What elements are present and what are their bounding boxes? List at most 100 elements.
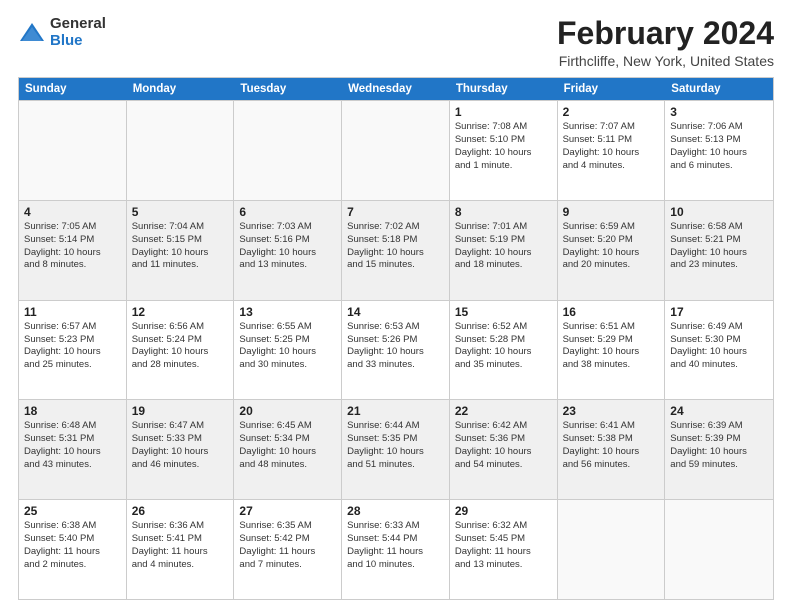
calendar-cell: 26Sunrise: 6:36 AM Sunset: 5:41 PM Dayli… — [127, 500, 235, 599]
main-title: February 2024 — [557, 16, 774, 51]
calendar-cell: 9 Sunrise: 6:59 AM Sunset: 5:20 PM Daylig… — [558, 201, 666, 300]
calendar-cell: 10 Sunrise: 6:58 AM Sunset: 5:21 PM Dayli… — [665, 201, 773, 300]
calendar-cell: 5 Sunrise: 7:04 AM Sunset: 5:15 PM Daylig… — [127, 201, 235, 300]
calendar-cell: 1 Sunrise: 7:08 AM Sunset: 5:10 PM Daylig… — [450, 101, 558, 200]
day-number: 25 — [24, 504, 121, 518]
day-number: 2 — [563, 105, 660, 119]
day-info: Sunrise: 6:35 AM Sunset: 5:42 PM Dayligh… — [239, 520, 336, 571]
calendar-cell: 25 Sunrise: 6:38 AM Sunset: 5:40 PM Dayli… — [19, 500, 127, 599]
calendar-header-cell: Thursday — [450, 78, 558, 100]
calendar-cell: 17 Sunrise: 6:49 AM Sunset: 5:30 PM Dayli… — [665, 301, 773, 400]
day-number: 19 — [132, 404, 229, 418]
day-number: 13 — [239, 305, 336, 319]
day-info: Sunrise: 6:53 AM Sunset: 5:26 PM Dayligh… — [347, 321, 444, 372]
calendar-cell: 16 Sunrise: 6:51 AM Sunset: 5:29 PM Dayli… — [558, 301, 666, 400]
page: General Blue February 2024 Firthcliffe, … — [0, 0, 792, 612]
day-info: Sunrise: 6:59 AM Sunset: 5:20 PM Dayligh… — [563, 221, 660, 272]
day-info: Sunrise: 6:38 AM Sunset: 5:40 PM Dayligh… — [24, 520, 121, 571]
day-number: 5 — [132, 205, 229, 219]
day-info: Sunrise: 6:42 AM Sunset: 5:36 PM Dayligh… — [455, 420, 552, 471]
day-number: 14 — [347, 305, 444, 319]
day-info: Sunrise: 7:01 AM Sunset: 5:19 PM Dayligh… — [455, 221, 552, 272]
day-number: 18 — [24, 404, 121, 418]
calendar-row: 25 Sunrise: 6:38 AM Sunset: 5:40 PM Dayli… — [19, 499, 773, 599]
day-info: Sunrise: 6:55 AM Sunset: 5:25 PM Dayligh… — [239, 321, 336, 372]
calendar-header-cell: Saturday — [665, 78, 773, 100]
calendar-cell: 19 Sunrise: 6:47 AM Sunset: 5:33 PM Dayli… — [127, 400, 235, 499]
day-info: Sunrise: 6:48 AM Sunset: 5:31 PM Dayligh… — [24, 420, 121, 471]
day-info: Sunrise: 6:45 AM Sunset: 5:34 PM Dayligh… — [239, 420, 336, 471]
day-info: Sunrise: 7:04 AM Sunset: 5:15 PM Dayligh… — [132, 221, 229, 272]
day-number: 27 — [239, 504, 336, 518]
calendar-header-cell: Friday — [558, 78, 666, 100]
day-number: 16 — [563, 305, 660, 319]
calendar-cell: 21 Sunrise: 6:44 AM Sunset: 5:35 PM Dayli… — [342, 400, 450, 499]
calendar-cell: 4 Sunrise: 7:05 AM Sunset: 5:14 PM Daylig… — [19, 201, 127, 300]
calendar-cell — [234, 101, 342, 200]
day-number: 15 — [455, 305, 552, 319]
calendar-cell: 6 Sunrise: 7:03 AM Sunset: 5:16 PM Daylig… — [234, 201, 342, 300]
calendar-header: SundayMondayTuesdayWednesdayThursdayFrid… — [19, 78, 773, 100]
day-info: Sunrise: 6:36 AM Sunset: 5:41 PM Dayligh… — [132, 520, 229, 571]
calendar-cell: 24Sunrise: 6:39 AM Sunset: 5:39 PM Dayli… — [665, 400, 773, 499]
calendar-cell: 2 Sunrise: 7:07 AM Sunset: 5:11 PM Daylig… — [558, 101, 666, 200]
calendar-header-cell: Wednesday — [342, 78, 450, 100]
calendar-cell: 29 Sunrise: 6:32 AM Sunset: 5:45 PM Dayli… — [450, 500, 558, 599]
day-number: 23 — [563, 404, 660, 418]
day-info: Sunrise: 7:08 AM Sunset: 5:10 PM Dayligh… — [455, 121, 552, 172]
calendar-cell — [558, 500, 666, 599]
calendar-cell: 8 Sunrise: 7:01 AM Sunset: 5:19 PM Daylig… — [450, 201, 558, 300]
day-info: Sunrise: 6:32 AM Sunset: 5:45 PM Dayligh… — [455, 520, 552, 571]
calendar-cell — [665, 500, 773, 599]
day-info: Sunrise: 6:44 AM Sunset: 5:35 PM Dayligh… — [347, 420, 444, 471]
calendar-cell: 20Sunrise: 6:45 AM Sunset: 5:34 PM Dayli… — [234, 400, 342, 499]
day-number: 4 — [24, 205, 121, 219]
day-number: 7 — [347, 205, 444, 219]
day-info: Sunrise: 6:49 AM Sunset: 5:30 PM Dayligh… — [670, 321, 768, 372]
logo-general: General — [50, 16, 106, 33]
calendar-cell: 28Sunrise: 6:33 AM Sunset: 5:44 PM Dayli… — [342, 500, 450, 599]
day-info: Sunrise: 6:41 AM Sunset: 5:38 PM Dayligh… — [563, 420, 660, 471]
calendar-cell: 22 Sunrise: 6:42 AM Sunset: 5:36 PM Dayli… — [450, 400, 558, 499]
day-info: Sunrise: 7:03 AM Sunset: 5:16 PM Dayligh… — [239, 221, 336, 272]
day-info: Sunrise: 7:06 AM Sunset: 5:13 PM Dayligh… — [670, 121, 768, 172]
day-info: Sunrise: 6:52 AM Sunset: 5:28 PM Dayligh… — [455, 321, 552, 372]
day-number: 10 — [670, 205, 768, 219]
calendar-cell: 27 Sunrise: 6:35 AM Sunset: 5:42 PM Dayli… — [234, 500, 342, 599]
day-number: 22 — [455, 404, 552, 418]
calendar-cell — [342, 101, 450, 200]
calendar-cell: 11Sunrise: 6:57 AM Sunset: 5:23 PM Dayli… — [19, 301, 127, 400]
logo-blue: Blue — [50, 33, 106, 50]
day-number: 17 — [670, 305, 768, 319]
logo-text: General Blue — [50, 16, 106, 49]
header: General Blue February 2024 Firthcliffe, … — [18, 16, 774, 69]
day-number: 11 — [24, 305, 121, 319]
day-info: Sunrise: 6:47 AM Sunset: 5:33 PM Dayligh… — [132, 420, 229, 471]
calendar: SundayMondayTuesdayWednesdayThursdayFrid… — [18, 77, 774, 600]
calendar-header-cell: Monday — [127, 78, 235, 100]
calendar-cell: 3 Sunrise: 7:06 AM Sunset: 5:13 PM Daylig… — [665, 101, 773, 200]
logo-icon — [18, 19, 46, 47]
calendar-row: 4 Sunrise: 7:05 AM Sunset: 5:14 PM Daylig… — [19, 200, 773, 300]
calendar-cell — [19, 101, 127, 200]
calendar-cell: 12Sunrise: 6:56 AM Sunset: 5:24 PM Dayli… — [127, 301, 235, 400]
logo: General Blue — [18, 16, 106, 49]
day-number: 29 — [455, 504, 552, 518]
day-number: 8 — [455, 205, 552, 219]
day-number: 3 — [670, 105, 768, 119]
day-number: 9 — [563, 205, 660, 219]
subtitle: Firthcliffe, New York, United States — [557, 53, 774, 69]
day-number: 1 — [455, 105, 552, 119]
day-info: Sunrise: 6:33 AM Sunset: 5:44 PM Dayligh… — [347, 520, 444, 571]
calendar-body: 1 Sunrise: 7:08 AM Sunset: 5:10 PM Daylig… — [19, 100, 773, 599]
day-info: Sunrise: 6:58 AM Sunset: 5:21 PM Dayligh… — [670, 221, 768, 272]
day-info: Sunrise: 6:51 AM Sunset: 5:29 PM Dayligh… — [563, 321, 660, 372]
calendar-row: 18 Sunrise: 6:48 AM Sunset: 5:31 PM Dayli… — [19, 399, 773, 499]
day-number: 6 — [239, 205, 336, 219]
calendar-cell: 23 Sunrise: 6:41 AM Sunset: 5:38 PM Dayli… — [558, 400, 666, 499]
day-number: 21 — [347, 404, 444, 418]
calendar-cell — [127, 101, 235, 200]
day-info: Sunrise: 7:07 AM Sunset: 5:11 PM Dayligh… — [563, 121, 660, 172]
day-number: 24 — [670, 404, 768, 418]
day-info: Sunrise: 7:05 AM Sunset: 5:14 PM Dayligh… — [24, 221, 121, 272]
